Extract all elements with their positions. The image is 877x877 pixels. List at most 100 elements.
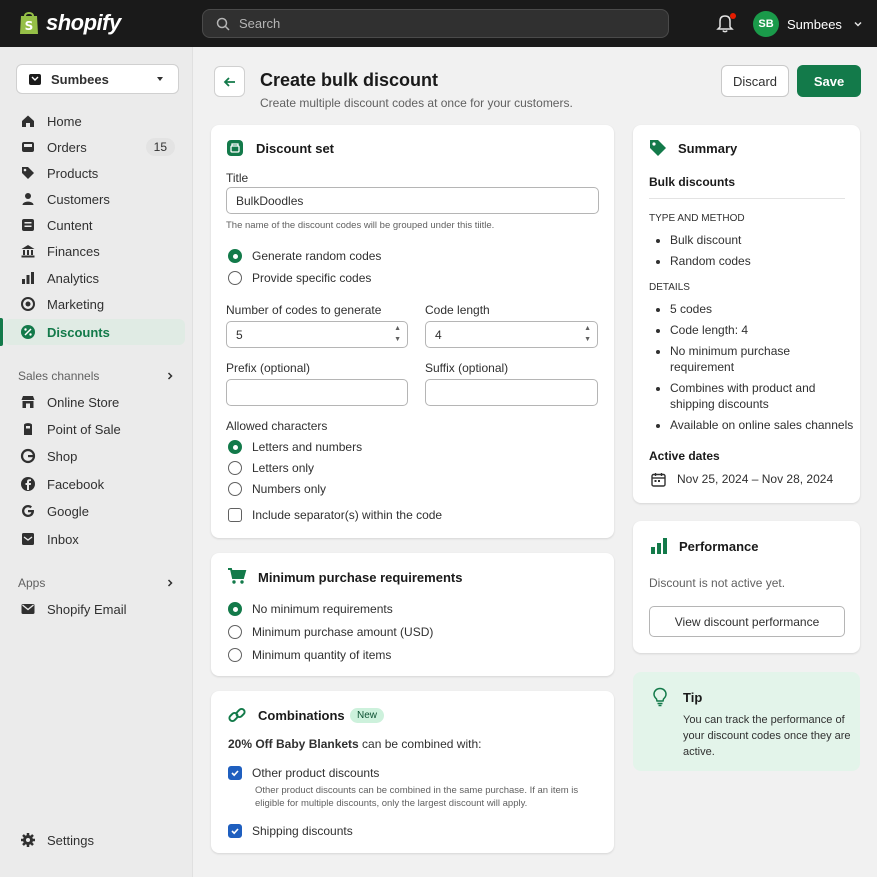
radio-selected[interactable] — [228, 249, 242, 263]
nav-item-home[interactable]: Home — [4, 108, 185, 134]
suffix-input[interactable] — [425, 379, 598, 406]
nav-label: Customers — [47, 191, 110, 207]
nav-item-customers[interactable]: Customers — [4, 186, 185, 212]
details-list: 5 codes Code length: 4 No minimum purcha… — [650, 301, 856, 438]
code-length-label: Code length — [425, 303, 490, 317]
store-front-icon — [20, 394, 36, 410]
save-button[interactable]: Save — [797, 65, 861, 97]
discard-button[interactable]: Discard — [721, 65, 789, 97]
radio-provide-specific[interactable]: Provide specific codes — [228, 271, 371, 285]
tip-card: Tip You can track the performance of you… — [633, 672, 860, 771]
stepper-up-icon[interactable]: ▲ — [394, 324, 401, 333]
radio-selected[interactable] — [228, 602, 242, 616]
nav-label: Discounts — [47, 324, 110, 340]
nav-item-marketing[interactable]: Marketing — [4, 291, 185, 317]
nav-label: Home — [47, 113, 82, 129]
radio-no-minimum[interactable]: No minimum requirements — [228, 602, 393, 616]
nav-item-analytics[interactable]: Analytics — [4, 265, 185, 291]
nav-item-settings[interactable]: Settings — [4, 827, 185, 853]
search-bar[interactable]: Search — [202, 9, 669, 38]
num-codes-label: Number of codes to generate — [226, 303, 382, 317]
view-performance-button[interactable]: View discount performance — [649, 606, 845, 637]
orders-count-badge: 15 — [145, 138, 175, 156]
stepper-down-icon[interactable]: ▼ — [584, 335, 591, 344]
num-codes-input[interactable]: 5 ▲ ▼ — [226, 321, 408, 348]
channel-online-store[interactable]: Online Store — [4, 389, 185, 415]
shop-icon — [20, 448, 36, 464]
option-label: Provide specific codes — [252, 271, 372, 285]
channel-point-of-sale[interactable]: Point of Sale — [4, 416, 185, 442]
radio-letters-numbers[interactable]: Letters and numbers — [228, 440, 362, 454]
channel-inbox[interactable]: Inbox — [4, 526, 185, 552]
radio-min-quantity[interactable]: Minimum quantity of items — [228, 648, 391, 662]
checkbox-unchecked[interactable] — [228, 508, 242, 522]
radio-unselected[interactable] — [228, 271, 242, 285]
card-title: Summary — [678, 141, 738, 156]
chevron-down-icon — [850, 16, 866, 32]
radio-generate-random[interactable]: Generate random codes — [228, 249, 381, 263]
nav-item-finances[interactable]: Finances — [4, 238, 185, 264]
store-selector[interactable]: Sumbees — [16, 64, 179, 94]
card-title: Performance — [679, 539, 759, 554]
nav-item-orders[interactable]: Orders 15 — [4, 134, 185, 160]
stepper-down-icon[interactable]: ▼ — [394, 335, 401, 344]
nav-label: Products — [47, 165, 99, 181]
channel-google[interactable]: Google — [4, 498, 185, 524]
search-icon — [215, 16, 231, 32]
arrow-left-icon — [222, 74, 238, 90]
radio-letters-only[interactable]: Letters only — [228, 461, 314, 475]
title-input[interactable]: BulkDoodles — [226, 187, 599, 214]
discount-set-card: Discount set Title BulkDoodles The name … — [211, 125, 614, 538]
num-codes-stepper[interactable]: ▲ ▼ — [394, 324, 401, 344]
top-bar: S shopify Search SB Sumbees — [0, 0, 877, 47]
nav-item-content[interactable]: Cuntent — [4, 212, 185, 238]
radio-min-amount[interactable]: Minimum purchase amount (USD) — [228, 625, 433, 639]
nav-item-products[interactable]: Products — [4, 160, 185, 186]
intro-text: can be combined with: — [358, 737, 482, 751]
radio-unselected[interactable] — [228, 625, 242, 639]
page-title: Create bulk discount — [260, 70, 439, 90]
radio-unselected[interactable] — [228, 461, 242, 475]
person-icon — [20, 191, 36, 207]
apps-header[interactable]: Apps — [18, 575, 178, 591]
checkbox-other-product[interactable]: Other product discounts — [228, 766, 379, 780]
back-button[interactable] — [214, 66, 245, 97]
performance-status: Discount is not active yet. — [649, 576, 786, 590]
code-length-stepper[interactable]: ▲ ▼ — [584, 324, 591, 344]
radio-selected[interactable] — [228, 440, 242, 454]
divider — [649, 198, 845, 199]
code-length-input[interactable]: 4 ▲ ▼ — [425, 321, 598, 348]
radio-unselected[interactable] — [228, 648, 242, 662]
shopify-logo[interactable]: S shopify — [18, 10, 121, 36]
user-menu[interactable]: SB Sumbees — [753, 11, 866, 37]
checkbox-checked[interactable] — [228, 766, 242, 780]
checkbox-separator[interactable]: Include separator(s) within the code — [228, 508, 442, 522]
radio-numbers-only[interactable]: Numbers only — [228, 482, 326, 496]
title-label: Title — [226, 171, 249, 185]
nav-label: Cuntent — [47, 217, 93, 233]
user-name: Sumbees — [787, 16, 842, 32]
nav-item-discounts[interactable]: Discounts — [4, 319, 185, 345]
stepper-up-icon[interactable]: ▲ — [584, 324, 591, 333]
nav-label: Finances — [47, 243, 100, 259]
app-shopify-email[interactable]: Shopify Email — [4, 596, 185, 622]
prefix-input[interactable] — [226, 379, 408, 406]
logo-text: shopify — [46, 10, 121, 35]
num-codes-value: 5 — [236, 327, 243, 342]
cart-icon — [227, 567, 247, 585]
card-title: Combinations — [258, 708, 345, 723]
new-badge: New — [350, 708, 385, 723]
sales-channels-header[interactable]: Sales channels — [18, 368, 178, 384]
channel-shop[interactable]: Shop — [4, 443, 185, 469]
checkmark-icon — [231, 828, 239, 835]
min-purchase-card: Minimum purchase requirements No minimum… — [211, 553, 614, 676]
radio-unselected[interactable] — [228, 482, 242, 496]
inbox-icon — [20, 531, 36, 547]
checkbox-checked[interactable] — [228, 824, 242, 838]
tip-text: You can track the performance of your di… — [683, 714, 851, 758]
lightbulb-icon — [652, 687, 668, 707]
channel-facebook[interactable]: Facebook — [4, 471, 185, 497]
checkbox-shipping[interactable]: Shipping discounts — [228, 824, 353, 838]
combinations-card: Combinations New 20% Off Baby Blankets c… — [211, 691, 614, 853]
target-icon — [20, 296, 36, 312]
